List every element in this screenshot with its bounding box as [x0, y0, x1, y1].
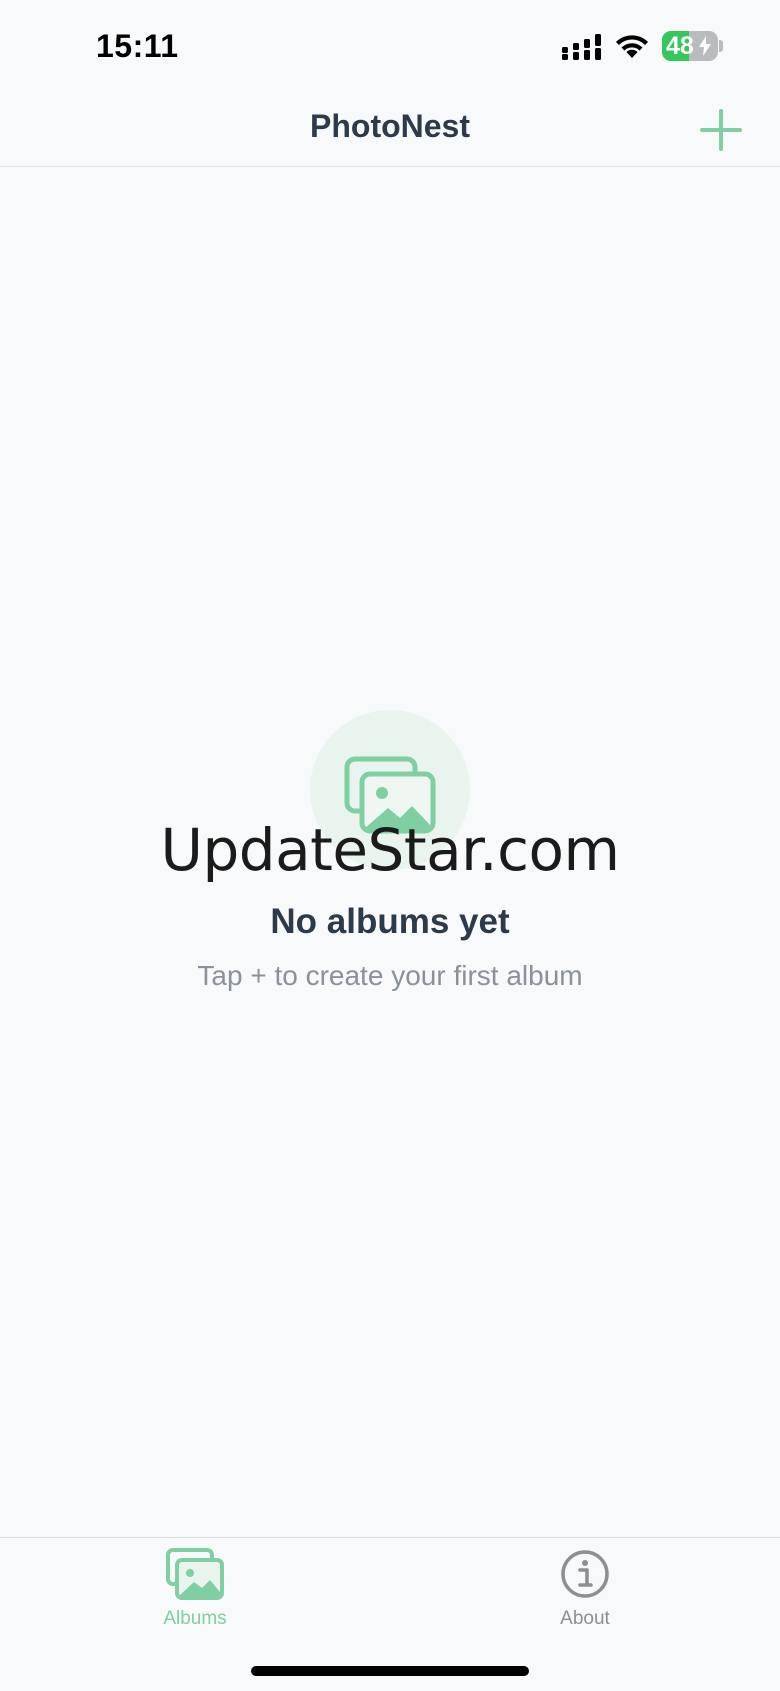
battery-icon: 48: [662, 31, 718, 61]
tab-about-label: About: [560, 1608, 610, 1629]
add-album-button[interactable]: [695, 104, 747, 156]
page-title: PhotoNest: [310, 108, 470, 144]
signal-icon: [562, 34, 601, 60]
charging-bolt-icon: [699, 36, 711, 56]
status-bar: 15:11 48: [0, 0, 780, 92]
nav-bar: PhotoNest: [0, 92, 780, 167]
photo-stack-icon: [166, 1548, 224, 1600]
app-screen: 15:11 48 PhotoNest UpdateStar.com No alb…: [0, 0, 780, 1691]
battery-level-text: 48: [666, 32, 694, 60]
empty-state-subtitle: Tap + to create your first album: [197, 960, 583, 991]
battery-cap: [719, 40, 723, 52]
watermark-text: UpdateStar.com: [160, 816, 620, 884]
tab-about[interactable]: About: [515, 1548, 655, 1648]
tab-albums[interactable]: Albums: [125, 1548, 265, 1648]
wifi-icon: [616, 35, 648, 58]
plus-icon: [700, 109, 742, 151]
status-time: 15:11: [96, 28, 179, 64]
info-circle-icon: [561, 1550, 609, 1598]
empty-state-title: No albums yet: [270, 902, 510, 941]
tab-albums-label: Albums: [163, 1608, 227, 1629]
home-indicator[interactable]: [251, 1666, 529, 1676]
